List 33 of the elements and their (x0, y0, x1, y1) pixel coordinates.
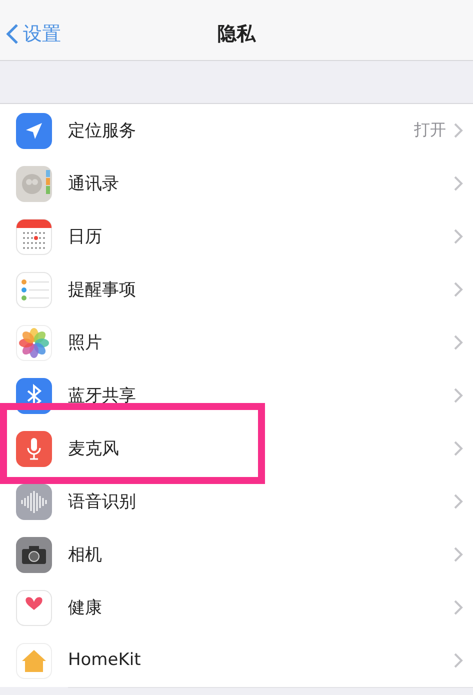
camera-icon (16, 536, 52, 572)
house-icon (16, 642, 52, 678)
chevron-icon (454, 440, 463, 456)
row-value: 打开 (414, 120, 446, 140)
row-label: 提醒事项 (68, 278, 137, 300)
back-chevron-icon (6, 23, 19, 45)
row-label: 通讯录 (68, 172, 120, 194)
row-label: 蓝牙共享 (68, 384, 137, 406)
microphone-icon (16, 430, 52, 466)
reminders-icon (16, 272, 52, 308)
row-label: 麦克风 (68, 438, 120, 460)
row-label: 照片 (68, 332, 103, 354)
flower-icon (16, 324, 52, 360)
chevron-icon (454, 600, 463, 614)
row-label: 定位服务 (68, 120, 137, 142)
chevron-icon (454, 228, 463, 244)
chevron-icon (454, 494, 463, 508)
page-title: 隐私 (218, 23, 256, 45)
calendar-icon (16, 218, 52, 254)
row-label: HomeKit (68, 650, 142, 670)
row-label: 语音识别 (68, 490, 137, 512)
sound-wave-icon (16, 484, 52, 520)
chevron-icon (454, 652, 463, 668)
chevron-icon (454, 546, 463, 562)
row-label: 健康 (68, 596, 103, 618)
chevron-icon (454, 334, 463, 350)
chevron-icon (454, 122, 463, 138)
chevron-icon (454, 282, 463, 296)
chevron-icon (454, 388, 463, 402)
chevron-icon (454, 176, 463, 190)
row-label: 相机 (68, 544, 103, 566)
row-label: 日历 (68, 226, 103, 248)
contacts-icon (16, 166, 52, 202)
